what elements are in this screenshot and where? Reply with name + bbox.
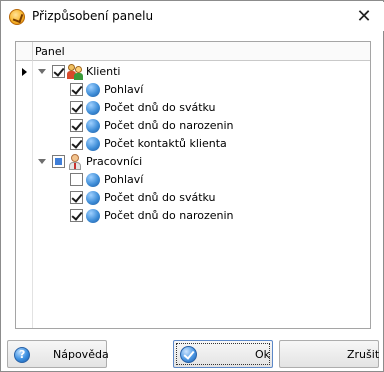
tree-row[interactable]: Počet dnů do svátku (16, 189, 370, 207)
collapse-chevron-icon[interactable] (38, 69, 46, 74)
group-checkbox-klienti[interactable] (52, 65, 65, 78)
field-ball-icon (86, 101, 100, 115)
cancel-button[interactable]: Zrušit (279, 340, 379, 368)
item-checkbox[interactable] (70, 173, 83, 186)
help-button-label: Nápověda (53, 348, 109, 361)
tree-row-group-pracovnici[interactable]: Pracovníci (16, 153, 370, 171)
header-indicator-column (16, 42, 33, 61)
help-button[interactable]: Nápověda (7, 340, 109, 368)
item-label: Počet dnů do narozenin (104, 209, 234, 222)
item-label: Počet dnů do narozenin (104, 119, 234, 132)
item-checkbox[interactable] (70, 119, 83, 132)
cancel-button-label: Zrušit (347, 348, 380, 361)
field-ball-icon (86, 191, 100, 205)
tree-header: Panel (16, 42, 370, 61)
group-checkbox-pracovnici[interactable] (52, 155, 65, 168)
clients-icon (67, 64, 83, 80)
dialog-window: Přizpůsobení panelu ✕ Panel Klienti Pohl… (0, 0, 384, 372)
field-ball-icon (86, 119, 100, 133)
ok-button[interactable]: Ok (173, 340, 273, 368)
ok-check-icon (180, 346, 197, 363)
tree-row[interactable]: Počet dnů do svátku (16, 99, 370, 117)
field-ball-icon (86, 137, 100, 151)
column-header-panel[interactable]: Panel (35, 45, 65, 58)
help-icon (14, 347, 30, 363)
tree-row[interactable]: Počet dnů do narozenin (16, 117, 370, 135)
dialog-title: Přizpůsobení panelu (32, 9, 154, 23)
item-checkbox[interactable] (70, 137, 83, 150)
item-label: Pohlaví (104, 83, 144, 96)
close-button[interactable]: ✕ (350, 4, 378, 29)
item-checkbox[interactable] (70, 191, 83, 204)
worker-icon (67, 154, 83, 170)
tree-row[interactable]: Pohlaví (16, 171, 370, 189)
ok-button-label: Ok (255, 348, 271, 361)
field-ball-icon (86, 83, 100, 97)
group-label-klienti: Klienti (86, 65, 121, 78)
tree-row[interactable]: Pohlaví (16, 81, 370, 99)
item-checkbox[interactable] (70, 209, 83, 222)
tree-row-group-klienti[interactable]: Klienti (16, 63, 370, 81)
item-checkbox[interactable] (70, 83, 83, 96)
collapse-chevron-icon[interactable] (38, 159, 46, 164)
field-ball-icon (86, 173, 100, 187)
tree-row[interactable]: Počet kontaktů klienta (16, 135, 370, 153)
tree-row[interactable]: Počet dnů do narozenin (16, 207, 370, 225)
app-logo-icon (9, 9, 25, 25)
panel-tree: Panel Klienti Pohlaví Počet dnů do svátk… (15, 41, 371, 329)
field-ball-icon (86, 209, 100, 223)
item-label: Počet dnů do svátku (104, 191, 216, 204)
item-checkbox[interactable] (70, 101, 83, 114)
item-label: Pohlaví (104, 173, 144, 186)
group-label-pracovnici: Pracovníci (86, 155, 143, 168)
item-label: Počet dnů do svátku (104, 101, 216, 114)
title-bar: Přizpůsobení panelu ✕ (2, 2, 384, 31)
item-label: Počet kontaktů klienta (104, 137, 227, 150)
